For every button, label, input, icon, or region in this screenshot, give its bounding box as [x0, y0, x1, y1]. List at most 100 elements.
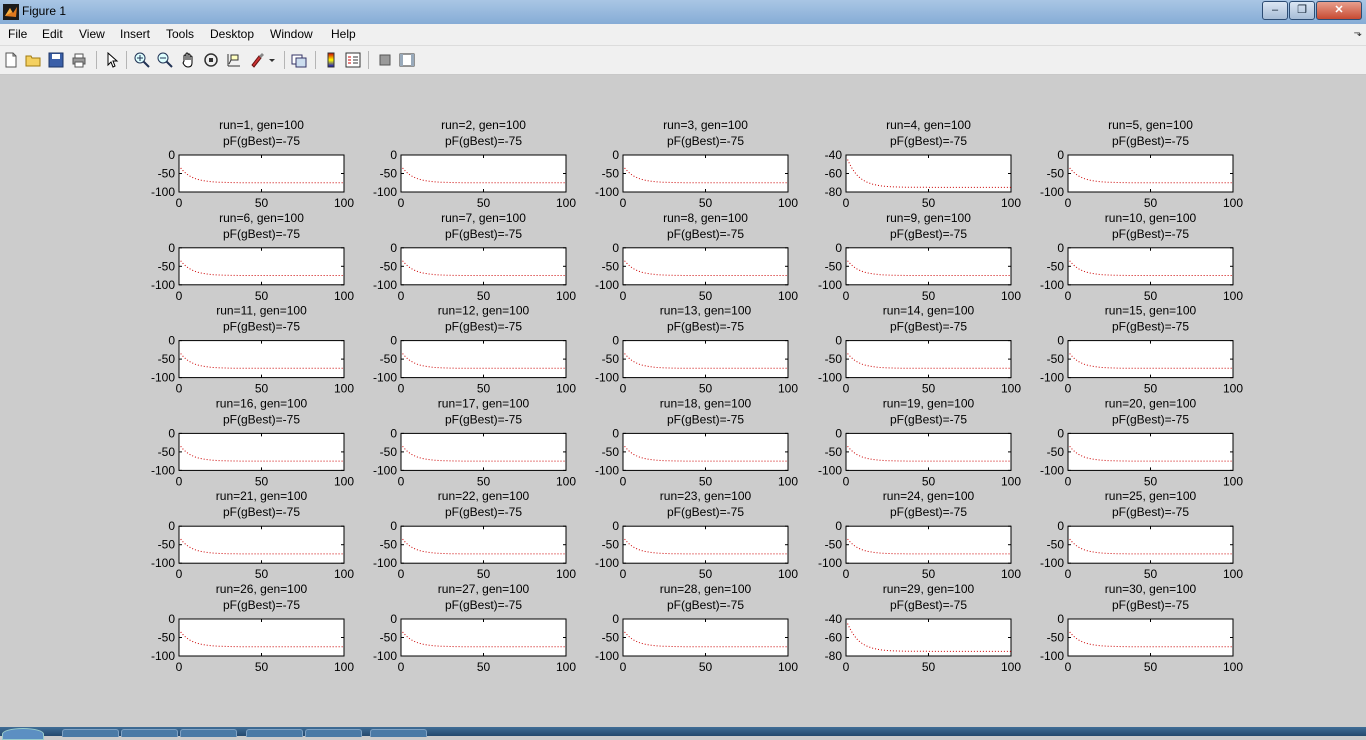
subplot-subtitle: pF(gBest)=-75 — [667, 227, 744, 241]
x-tick-label: 100 — [334, 567, 354, 581]
subplot-subtitle: pF(gBest)=-75 — [890, 505, 967, 519]
zoom-out-icon[interactable] — [157, 52, 173, 68]
y-tick-label: -50 — [825, 538, 843, 552]
menu-window[interactable]: Window — [270, 27, 313, 41]
subplot-subtitle: pF(gBest)=-75 — [223, 412, 300, 426]
figure-canvas: run=1, gen=100 pF(gBest)=-75 0 -50 -100 0 50 10… — [0, 75, 1366, 727]
subplot-title: run=17, gen=100 — [438, 396, 530, 410]
open-file-icon[interactable] — [25, 52, 41, 68]
x-tick-label: 50 — [1144, 474, 1158, 488]
y-tick-label: -100 — [818, 463, 842, 477]
legend-icon[interactable] — [345, 52, 361, 68]
print-icon[interactable] — [71, 52, 87, 68]
data-cursor-icon[interactable] — [226, 52, 242, 68]
subplot-subtitle: pF(gBest)=-75 — [1112, 505, 1189, 519]
subplot-subtitle: pF(gBest)=-75 — [1112, 412, 1189, 426]
save-icon[interactable] — [48, 52, 64, 68]
new-figure-icon[interactable] — [3, 52, 19, 68]
x-tick-label: 50 — [477, 196, 491, 210]
x-tick-label: 50 — [477, 567, 491, 581]
y-tick-label: -50 — [602, 631, 620, 645]
y-tick-label: -50 — [602, 445, 620, 459]
y-tick-label: -100 — [1040, 371, 1064, 385]
x-tick-label: 0 — [620, 289, 627, 303]
y-tick-label: -100 — [373, 649, 397, 663]
menu-file[interactable]: File — [8, 27, 27, 41]
x-tick-label: 50 — [922, 567, 936, 581]
y-tick-label: 0 — [1057, 334, 1064, 348]
y-tick-label: -60 — [825, 631, 843, 645]
y-tick-label: -100 — [1040, 463, 1064, 477]
y-tick-label: 0 — [390, 612, 397, 626]
y-tick-label: -100 — [818, 371, 842, 385]
menu-tools[interactable]: Tools — [166, 27, 194, 41]
menubar-arrow-icon[interactable]: ⬎ — [1354, 28, 1362, 39]
y-tick-label: -50 — [1047, 631, 1065, 645]
y-tick-label: -80 — [825, 185, 843, 199]
show-plot-tools-icon[interactable] — [399, 52, 415, 68]
x-tick-label: 100 — [556, 660, 576, 674]
subplot-axes — [845, 340, 1012, 379]
subplot-subtitle: pF(gBest)=-75 — [223, 320, 300, 334]
subplot-title: run=7, gen=100 — [441, 211, 526, 225]
subplot-axes — [622, 247, 789, 286]
menu-help[interactable]: Help — [331, 27, 356, 41]
subplot-title: run=28, gen=100 — [660, 582, 752, 596]
y-tick-label: -50 — [825, 259, 843, 273]
y-tick-label: 0 — [1057, 241, 1064, 255]
y-tick-label: -100 — [595, 371, 619, 385]
subplot-subtitle: pF(gBest)=-75 — [445, 134, 522, 148]
subplot-title: run=18, gen=100 — [660, 396, 752, 410]
x-tick-label: 100 — [334, 382, 354, 396]
y-tick-label: -50 — [602, 352, 620, 366]
y-tick-label: -100 — [1040, 185, 1064, 199]
x-tick-label: 0 — [620, 660, 627, 674]
x-tick-label: 50 — [477, 474, 491, 488]
y-tick-label: 0 — [612, 241, 619, 255]
close-button[interactable]: ✕ — [1316, 1, 1362, 20]
hide-plot-tools-icon[interactable] — [377, 52, 393, 68]
colorbar-icon[interactable] — [323, 52, 339, 68]
y-tick-label: 0 — [168, 148, 175, 162]
edit-plot-icon[interactable] — [104, 52, 120, 68]
subplot-subtitle: pF(gBest)=-75 — [445, 598, 522, 612]
brush-icon[interactable] — [249, 52, 265, 68]
x-tick-label: 100 — [778, 474, 798, 488]
x-tick-label: 100 — [1001, 567, 1021, 581]
subplot-axes — [400, 154, 567, 193]
subplot-axes — [845, 618, 1012, 657]
minimize-button[interactable]: – — [1262, 1, 1288, 20]
subplot-axes — [178, 154, 345, 193]
rotate-3d-icon[interactable] — [203, 52, 219, 68]
x-tick-label: 50 — [922, 660, 936, 674]
y-tick-label: -100 — [595, 278, 619, 292]
subplot-title: run=5, gen=100 — [1108, 118, 1193, 132]
subplot-title: run=30, gen=100 — [1105, 582, 1197, 596]
menu-view[interactable]: View — [79, 27, 105, 41]
menu-desktop[interactable]: Desktop — [210, 27, 254, 41]
y-tick-label: -50 — [380, 352, 398, 366]
subplot-title: run=6, gen=100 — [219, 211, 304, 225]
maximize-button[interactable]: ❐ — [1289, 1, 1315, 20]
start-button[interactable] — [2, 728, 44, 740]
subplot-axes — [622, 618, 789, 657]
subplot-grid: run=1, gen=100pF(gBest)=-750-50-1000 50 10… — [151, 118, 1243, 674]
y-tick-label: -100 — [151, 463, 175, 477]
y-tick-label: -100 — [151, 185, 175, 199]
chevron-down-icon[interactable] — [268, 52, 276, 68]
y-tick-label: -100 — [818, 556, 842, 570]
zoom-in-icon[interactable] — [134, 52, 150, 68]
subplot-title: run=2, gen=100 — [441, 118, 526, 132]
x-tick-label: 50 — [699, 196, 713, 210]
x-tick-label: 0 — [1065, 474, 1072, 488]
menu-edit[interactable]: Edit — [42, 27, 63, 41]
y-tick-label: -100 — [151, 649, 175, 663]
menu-insert[interactable]: Insert — [120, 27, 150, 41]
x-tick-label: 50 — [922, 382, 936, 396]
x-tick-label: 50 — [922, 196, 936, 210]
x-tick-label: 100 — [556, 196, 576, 210]
link-plot-icon[interactable] — [291, 52, 307, 68]
x-tick-label: 0 — [398, 660, 405, 674]
pan-icon[interactable] — [180, 52, 196, 68]
x-tick-label: 100 — [1223, 289, 1243, 303]
